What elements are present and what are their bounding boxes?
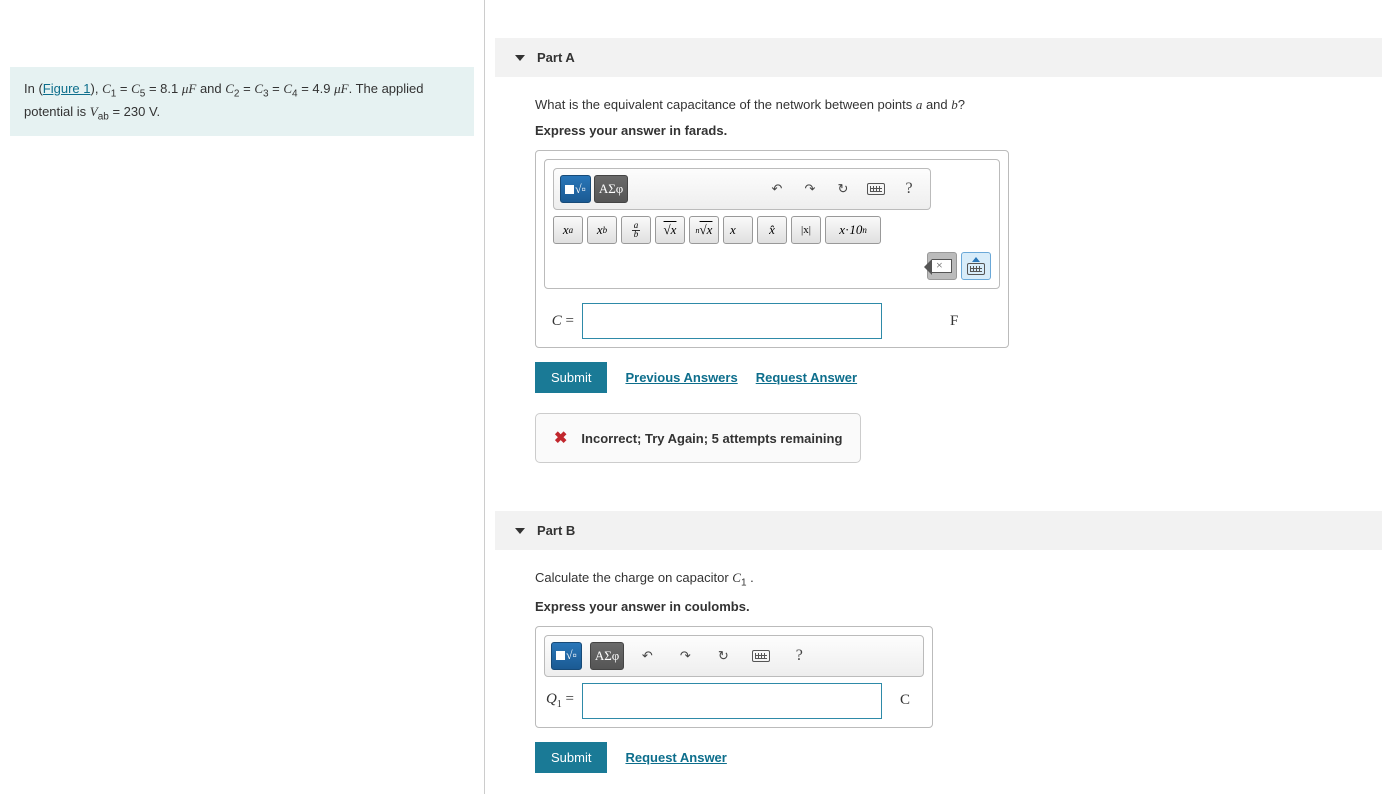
answer-unit: F [950,313,958,330]
part-b-answer-input[interactable] [582,683,882,719]
redo-button[interactable]: ↷ [795,175,825,203]
keyboard-icon [752,650,770,662]
submit-button[interactable]: Submit [535,362,607,393]
redo-button[interactable]: ↷ [670,642,700,670]
toolbar-main: √▫ ΑΣφ ↶ ↷ ↻ ? [553,168,931,210]
part-a-header: Part A [495,38,1382,77]
part-a-instruction: Express your answer in farads. [535,123,1342,138]
submit-button[interactable]: Submit [535,742,607,773]
reset-button[interactable]: ↻ [708,642,738,670]
greek-button[interactable]: ΑΣφ [594,175,628,203]
scientific-button[interactable]: x·10n [825,216,881,244]
undo-button[interactable]: ↶ [762,175,792,203]
problem-panel: In (Figure 1), C1 = C5 = 8.1 μF and C2 =… [0,0,485,794]
collapse-icon[interactable] [515,55,525,61]
part-a-body: What is the equivalent capacitance of th… [495,77,1382,483]
part-a-answer-input[interactable] [582,303,882,339]
nroot-button[interactable]: n√x [689,216,719,244]
part-b-header: Part B [495,511,1382,550]
subscript-button[interactable]: xb [587,216,617,244]
keyboard-button[interactable] [746,642,776,670]
part-b-answer-row: Q1 = C [544,683,924,719]
part-b-instruction: Express your answer in coulombs. [535,599,1342,614]
previous-answers-link[interactable]: Previous Answers [625,370,737,385]
answer-variable: C = [544,313,574,330]
backspace-button[interactable] [927,252,957,280]
help-button[interactable]: ? [784,642,814,670]
templates-button[interactable]: √▫ [551,642,582,670]
part-a-answer-row: C = F [544,303,1000,339]
part-a-title: Part A [537,50,575,65]
part-a-question: What is the equivalent capacitance of th… [535,97,1342,113]
part-a-answer-box: √▫ ΑΣφ ↶ ↷ ↻ ? xa xb [535,150,1009,348]
feedback-box: ✖ Incorrect; Try Again; 5 attempts remai… [535,413,861,463]
feedback-text: Incorrect; Try Again; 5 attempts remaini… [581,431,842,446]
abs-button[interactable]: |x| [791,216,821,244]
text: In ( [24,81,43,96]
help-button[interactable]: ? [894,175,924,203]
answer-variable: Q1 = [544,691,574,710]
keyboard-icon [867,183,885,195]
collapse-icon[interactable] [515,528,525,534]
part-b-title: Part B [537,523,575,538]
backspace-icon [932,259,952,273]
fraction-button[interactable]: ab [621,216,651,244]
request-answer-link[interactable]: Request Answer [756,370,857,385]
part-b-answer-box: √▫ ΑΣφ ↶ ↷ ↻ ? Q1 = C [535,626,933,728]
vector-button[interactable]: x⃗ [723,216,753,244]
request-answer-link[interactable]: Request Answer [625,750,726,765]
part-b-question: Calculate the charge on capacitor C1 . [535,570,1342,589]
figure-link[interactable]: Figure 1 [43,81,91,96]
problem-statement: In (Figure 1), C1 = C5 = 8.1 μF and C2 =… [10,67,474,136]
part-b-submit-row: Submit Request Answer [535,742,1342,773]
greek-button[interactable]: ΑΣφ [590,642,624,670]
superscript-button[interactable]: xa [553,216,583,244]
keyboard-button[interactable] [861,175,891,203]
part-a-submit-row: Submit Previous Answers Request Answer [535,362,1342,393]
sqrt-button[interactable]: √x [655,216,685,244]
answer-unit: C [900,692,910,709]
answer-panel: Part A What is the equivalent capacitanc… [485,0,1392,794]
keyboard-toggle-button[interactable] [961,252,991,280]
toolbar-main-b: √▫ ΑΣφ ↶ ↷ ↻ ? [544,635,924,677]
undo-button[interactable]: ↶ [632,642,662,670]
hat-button[interactable]: x̂ [757,216,787,244]
part-b-body: Calculate the charge on capacitor C1 . E… [495,550,1382,793]
incorrect-icon: ✖ [554,428,567,448]
reset-button[interactable]: ↻ [828,175,858,203]
keyboard-up-icon [967,257,985,275]
templates-button[interactable]: √▫ [560,175,591,203]
